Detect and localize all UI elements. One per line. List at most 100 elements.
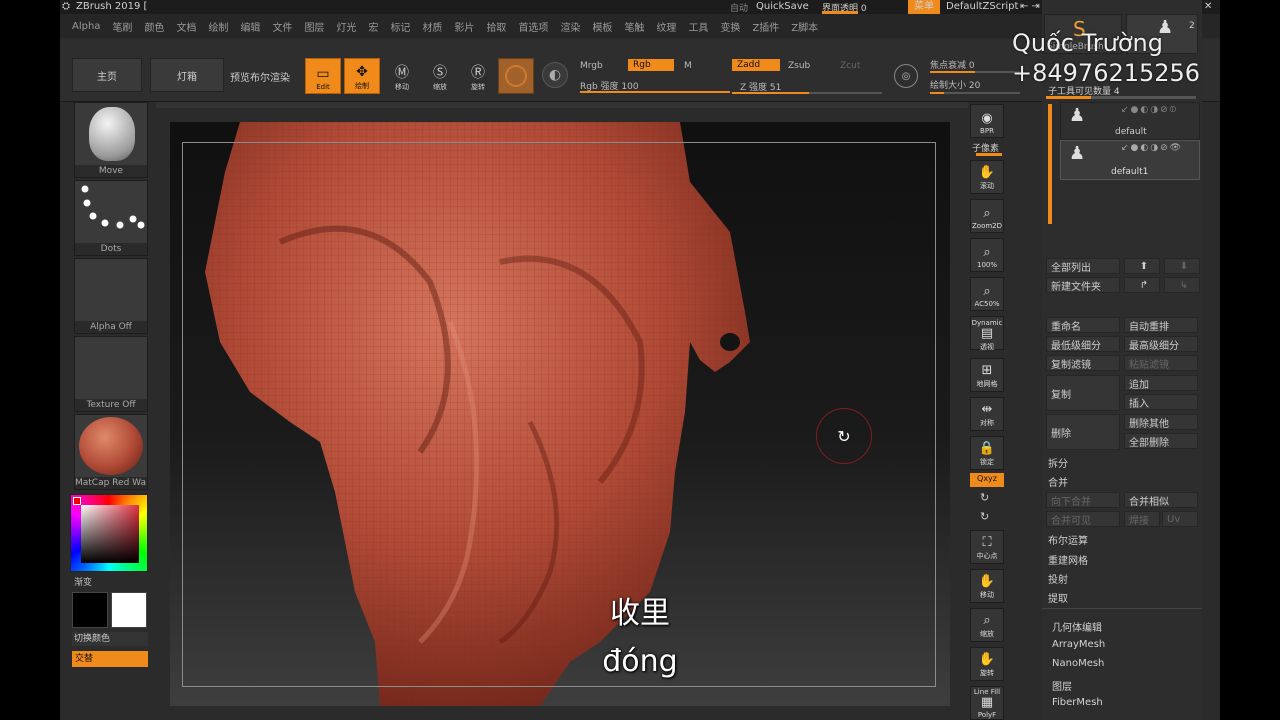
menu-item[interactable]: 文件 — [272, 19, 292, 34]
merge-menu[interactable]: 合并 — [1048, 474, 1068, 489]
rename-button[interactable]: 重命名 — [1046, 317, 1120, 333]
menu-item[interactable]: 影片 — [454, 19, 474, 34]
polyframe-button[interactable]: Line Fill ▦ PolyF — [970, 686, 1004, 720]
preview-bpr-button[interactable]: 预览布尔渲染 — [230, 69, 290, 84]
default-zscript-button[interactable]: DefaultZScript — [946, 1, 1018, 12]
focal-shift-slider[interactable]: 焦点衰减 0 — [930, 58, 975, 71]
boolean-menu[interactable]: 布尔运算 — [1048, 532, 1088, 547]
uv-toggle[interactable]: Uv — [1162, 511, 1198, 527]
spotlight-icon[interactable]: ◎ — [894, 64, 918, 88]
subpixel-slider[interactable] — [976, 153, 1002, 156]
menu-item[interactable]: 模板 — [592, 19, 612, 34]
delete-other-button[interactable]: 删除其他 — [1124, 414, 1198, 430]
close-icon[interactable]: ✕ — [1204, 1, 1212, 12]
menu-item[interactable]: 宏 — [368, 19, 378, 34]
menu-item[interactable]: 拾取 — [486, 19, 506, 34]
mrgb-toggle[interactable]: Mrgb — [580, 61, 603, 71]
subtool-item[interactable]: ♟ ↙●◐◑⊘⦶ default — [1060, 102, 1200, 140]
rgb-toggle[interactable]: Rgb — [628, 59, 674, 71]
duplicate-button[interactable]: 复制 — [1046, 375, 1120, 411]
lock-camera-button[interactable]: 🔒 锁定 — [970, 436, 1004, 470]
remesh-menu[interactable]: 重建网格 — [1048, 552, 1088, 567]
move-button[interactable]: Ⓜ 移动 — [384, 58, 420, 94]
material-swatch[interactable] — [498, 58, 534, 94]
split-menu[interactable]: 拆分 — [1048, 455, 1068, 470]
menu-item[interactable]: 纹理 — [656, 19, 676, 34]
half-size-button[interactable]: ⌕ AC50% — [970, 277, 1004, 311]
menu-item[interactable]: Z插件 — [752, 19, 779, 34]
focal-shift-track[interactable] — [930, 71, 1020, 73]
draw-button[interactable]: ✥ 绘制 — [344, 58, 380, 94]
paste-button[interactable]: 粘贴滤镜 — [1124, 355, 1198, 371]
rgb-intensity-track[interactable] — [580, 91, 730, 93]
local-symmetry-button[interactable]: ⇹ 对称 — [970, 397, 1004, 431]
move-down-icon[interactable]: ⬇ — [1164, 258, 1200, 274]
lowest-subdiv-button[interactable]: 最低级细分 — [1046, 336, 1120, 352]
m-toggle[interactable]: M — [684, 61, 692, 71]
draw-size-track[interactable] — [930, 92, 1020, 94]
menu-item[interactable]: 灯光 — [336, 19, 356, 34]
floor-button[interactable]: ⊞ 地网格 — [970, 358, 1004, 392]
color-picker[interactable] — [70, 494, 148, 572]
scale-button[interactable]: Ⓢ 缩放 — [422, 58, 458, 94]
menu-item[interactable]: Z脚本 — [791, 19, 818, 34]
insert-button[interactable]: 插入 — [1124, 394, 1198, 410]
menu-item[interactable]: 颜色 — [144, 19, 164, 34]
brush-selector[interactable]: Move — [74, 102, 148, 178]
menu-item[interactable]: 材质 — [422, 19, 442, 34]
menu-item[interactable]: 编辑 — [240, 19, 260, 34]
menu-item[interactable]: 变换 — [720, 19, 740, 34]
z-axis-rotate-icon[interactable]: ↻ — [980, 510, 989, 523]
zadd-toggle[interactable]: Zadd — [732, 59, 780, 71]
y-axis-rotate-icon[interactable]: ↻ — [980, 491, 989, 504]
actual-size-button[interactable]: ⌕ 100% — [970, 238, 1004, 272]
menu-item[interactable]: 文档 — [176, 19, 196, 34]
subtool-toggles-icon[interactable]: ↙●◐◑⊘⦶ — [1121, 105, 1178, 115]
move-up-icon[interactable]: ⬆ — [1124, 258, 1160, 274]
arrow-right-icon[interactable]: ↱ — [1124, 277, 1160, 293]
arrow-down-icon[interactable]: ↳ — [1164, 277, 1200, 293]
z-intensity-track[interactable] — [732, 92, 882, 94]
menu-item[interactable]: 绘制 — [208, 19, 228, 34]
alpha-selector[interactable]: Alpha Off — [74, 258, 148, 334]
menu-item[interactable]: 渲染 — [560, 19, 580, 34]
saturation-square[interactable] — [81, 505, 139, 563]
weld-toggle[interactable]: 焊接 — [1124, 511, 1160, 527]
subtool-toggles-icon[interactable]: ↙●◐◑⊘👁 — [1121, 143, 1183, 153]
menu-item[interactable]: 工具 — [688, 19, 708, 34]
quicksave-button[interactable]: QuickSave — [756, 1, 809, 12]
perspective-button[interactable]: Dynamic ▤ 透视 — [970, 316, 1004, 351]
menu-item[interactable]: 标记 — [390, 19, 410, 34]
subtool-item-selected[interactable]: ♟ ↙●◐◑⊘👁 default1 — [1060, 140, 1200, 180]
texture-sphere-icon[interactable]: ◐ — [542, 62, 568, 88]
zsub-toggle[interactable]: Zsub — [788, 61, 810, 71]
menu-item[interactable]: 首选项 — [518, 19, 548, 34]
fibermesh-menu[interactable]: FiberMesh — [1052, 697, 1103, 708]
zoom2d-button[interactable]: ⌕ Zoom2D — [970, 199, 1004, 233]
subtool-scrollbar[interactable] — [1048, 104, 1052, 224]
scroll-button[interactable]: ✋ 滚动 — [970, 160, 1004, 194]
append-button[interactable]: 追加 — [1124, 375, 1198, 391]
stroke-selector[interactable]: Dots — [74, 180, 148, 256]
highest-subdiv-button[interactable]: 最高级细分 — [1124, 336, 1198, 352]
copy-button[interactable]: 复制滤镜 — [1046, 355, 1120, 371]
menu-item[interactable]: 笔触 — [624, 19, 644, 34]
menu-button[interactable]: 菜单 — [908, 0, 940, 14]
xyz-axis-toggle[interactable]: Qxyz — [970, 473, 1004, 487]
merge-down-button[interactable]: 向下合并 — [1046, 492, 1120, 508]
menu-item[interactable]: Alpha — [72, 21, 100, 32]
menu-item[interactable]: 图层 — [304, 19, 324, 34]
frame-button[interactable]: ⛶ 中心点 — [970, 530, 1004, 564]
menu-item[interactable]: 笔刷 — [112, 19, 132, 34]
new-folder-button[interactable]: 新建文件夹 — [1046, 277, 1120, 293]
merge-similar-button[interactable]: 合并相似 — [1124, 492, 1198, 508]
delete-all-button[interactable]: 全部删除 — [1124, 433, 1198, 449]
autoreorder-button[interactable]: 自动重排 — [1124, 317, 1198, 333]
merge-visible-button[interactable]: 合并可见 — [1046, 511, 1120, 527]
delete-button[interactable]: 删除 — [1046, 414, 1120, 450]
draw-size-slider[interactable]: 绘制大小 20 — [930, 78, 980, 91]
texture-selector[interactable]: Texture Off — [74, 336, 148, 412]
edit-button[interactable]: ▭ Edit — [305, 58, 341, 94]
bpr-button[interactable]: ◉ BPR — [970, 104, 1004, 138]
list-all-button[interactable]: 全部列出 — [1046, 258, 1120, 274]
